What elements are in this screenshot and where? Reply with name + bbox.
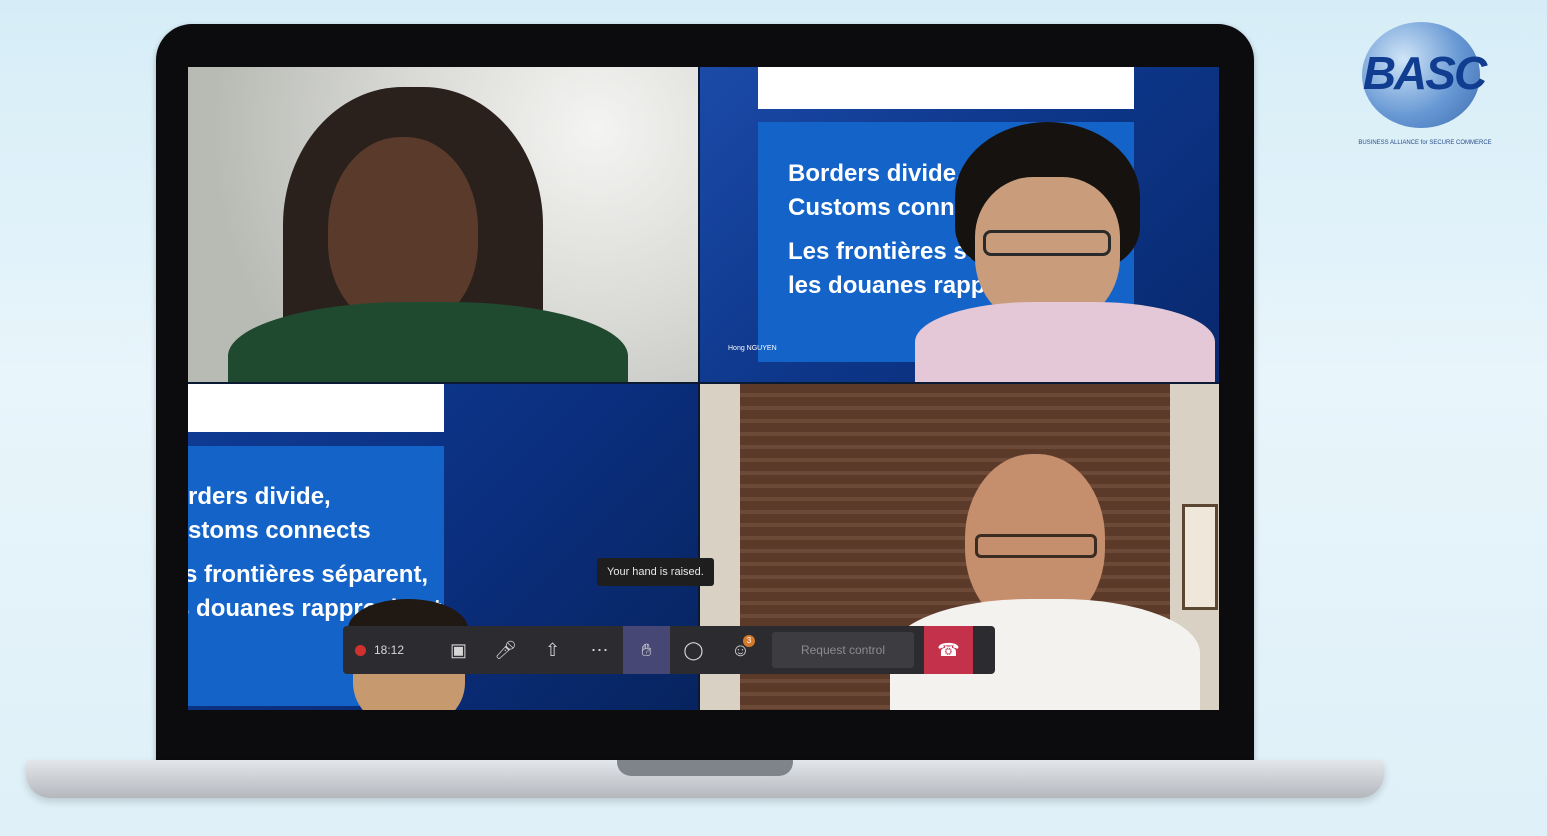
- more-icon: ⋯: [590, 639, 609, 660]
- mic-off-icon: 🎤︎: [494, 639, 517, 660]
- slide-text-line-1: Borders divide,: [188, 483, 331, 510]
- mic-toggle-button[interactable]: 🎤︎: [482, 626, 529, 674]
- laptop-notch: [617, 760, 793, 776]
- camera-off-icon: ▣: [449, 639, 467, 660]
- raise-hand-button[interactable]: ✋︎: [623, 626, 670, 674]
- logo-tagline: BUSINESS ALLIANCE for SECURE COMMERCE: [1358, 140, 1492, 146]
- camera-toggle-button[interactable]: ▣: [435, 626, 482, 674]
- video-tile-participant-2[interactable]: Borders divide, Customs connects Les fro…: [700, 67, 1219, 382]
- slide-text-line-1: Borders divide,: [788, 160, 963, 187]
- basc-logo: BASC BUSINESS ALLIANCE for SECURE COMMER…: [1358, 22, 1492, 152]
- participants-badge: 3: [743, 635, 755, 647]
- participant-4-glasses: [975, 534, 1097, 558]
- share-screen-button[interactable]: ⇧: [529, 626, 576, 674]
- slide-banner: [188, 384, 444, 432]
- logo-brand-text: BASC: [1362, 47, 1487, 99]
- video-tile-participant-1[interactable]: [188, 67, 698, 382]
- participant-name-tag: Hong NGUYEN: [728, 345, 777, 352]
- slide-text-line-2: Customs connects: [188, 517, 371, 544]
- slide-text-line-3: Les frontières séparent,: [188, 561, 429, 588]
- more-actions-button[interactable]: ⋯: [576, 626, 623, 674]
- wall-frame: [1182, 504, 1218, 610]
- participant-1-face: [328, 137, 478, 327]
- meeting-screen: Borders divide, Customs connects Les fro…: [188, 67, 1219, 710]
- call-control-bar: 18:12 ▣ 🎤︎ ⇧ ⋯ ✋︎ ◯ ☺ 3 Request control …: [343, 626, 995, 674]
- hang-up-icon: ☎: [937, 639, 960, 660]
- participants-button[interactable]: ☺ 3: [717, 626, 764, 674]
- hand-raised-toast: Your hand is raised.: [597, 558, 714, 586]
- record-icon: [355, 644, 366, 656]
- chat-button[interactable]: ◯: [670, 626, 717, 674]
- hang-up-button[interactable]: ☎: [924, 626, 973, 674]
- recording-time: 18:12: [374, 643, 405, 657]
- participant-2-body: [915, 302, 1215, 382]
- participant-2-glasses: [983, 230, 1111, 256]
- request-control-button[interactable]: Request control: [772, 632, 914, 668]
- chat-icon: ◯: [683, 639, 704, 660]
- recording-indicator: 18:12: [343, 626, 435, 674]
- slide-banner: [758, 67, 1134, 109]
- raise-hand-icon: ✋︎: [641, 639, 652, 660]
- share-screen-icon: ⇧: [544, 639, 561, 660]
